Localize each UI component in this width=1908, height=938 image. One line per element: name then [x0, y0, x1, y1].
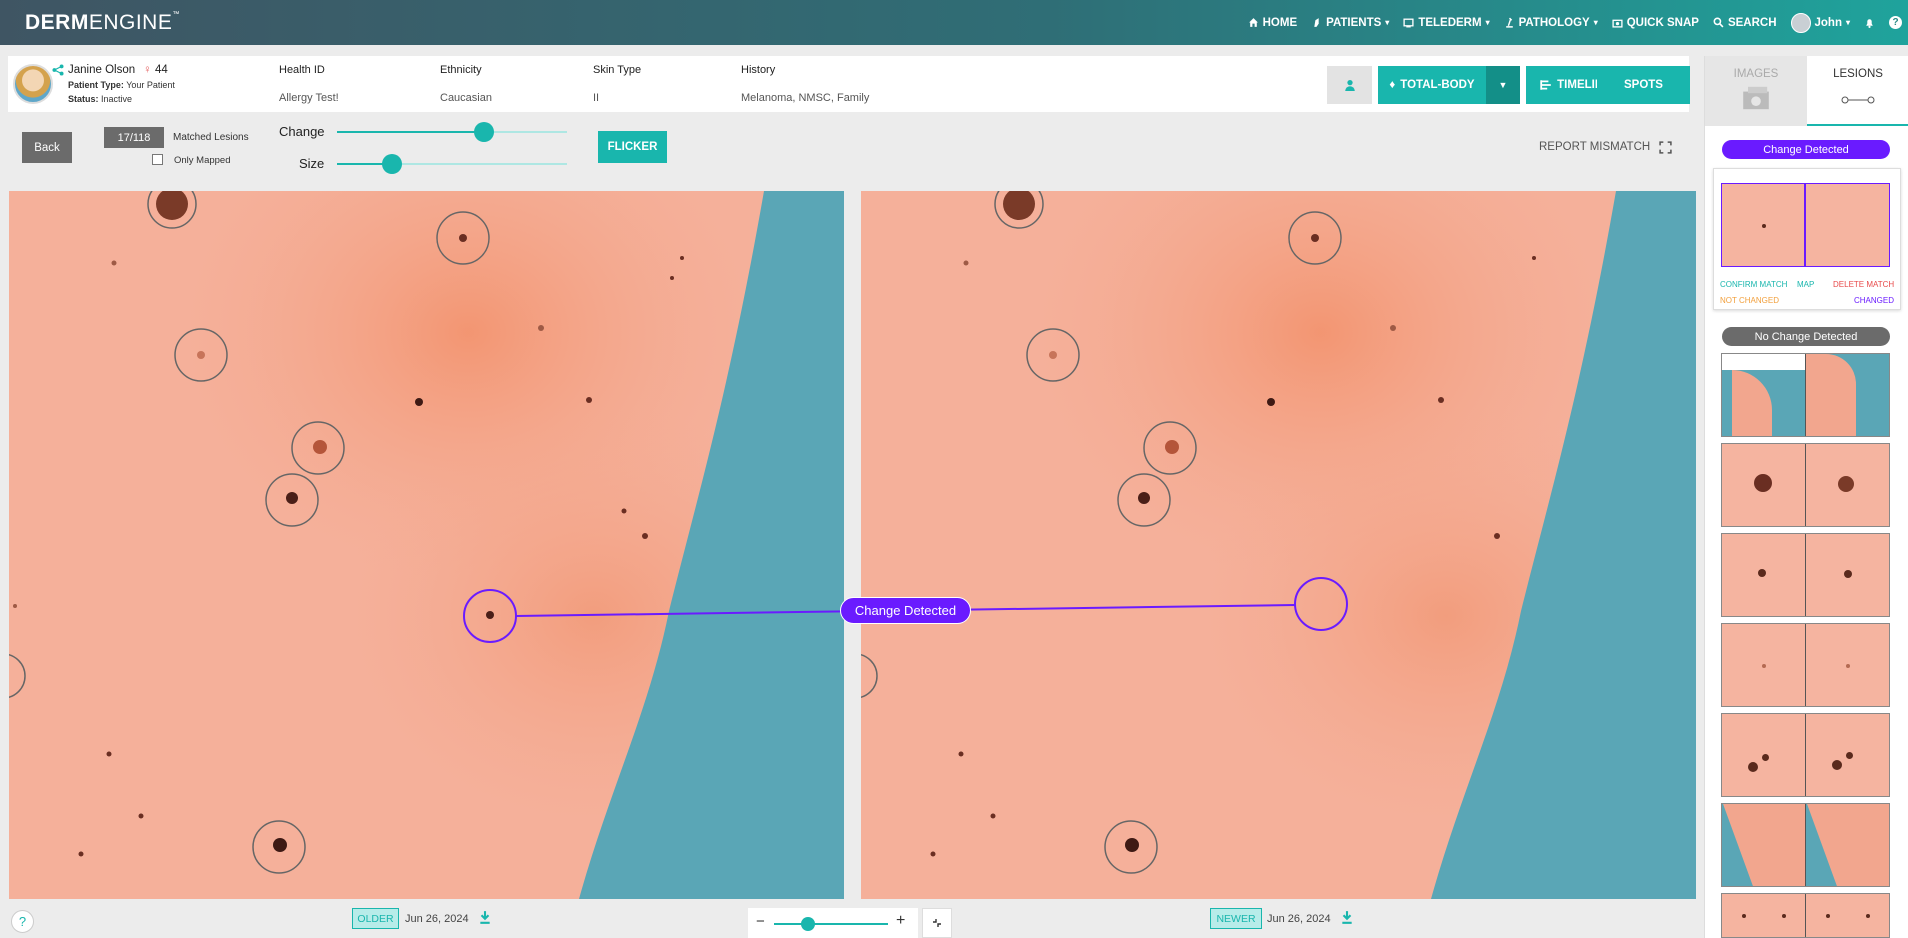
tab-lesions[interactable]: LESIONS	[1807, 56, 1908, 126]
newer-tag: NEWER	[1210, 908, 1262, 929]
lesion-thumbnail[interactable]	[1721, 803, 1890, 887]
collapse-view-button[interactable]	[922, 908, 952, 938]
older-tag: OLDER	[352, 908, 399, 929]
lesion-thumbnail[interactable]	[1721, 623, 1890, 707]
lesion-thumbnail[interactable]	[1721, 353, 1890, 437]
confirm-match-link[interactable]: CONFIRM MATCH	[1720, 280, 1787, 289]
images-icon	[1743, 86, 1769, 110]
lesion-thumbnail[interactable]	[1721, 443, 1890, 527]
change-detected-badge[interactable]: Change Detected	[840, 597, 971, 624]
download-newer-icon[interactable]	[1341, 910, 1353, 924]
lesion-thumbnail[interactable]	[1721, 893, 1890, 938]
changed-link[interactable]: CHANGED	[1854, 296, 1894, 305]
zoom-in-button[interactable]: +	[896, 912, 905, 930]
not-changed-link[interactable]: NOT CHANGED	[1720, 296, 1779, 305]
zoom-out-button[interactable]: −	[756, 913, 765, 930]
map-link[interactable]: MAP	[1797, 280, 1814, 289]
zoom-slider-handle[interactable]	[801, 917, 816, 931]
selected-lesion-thumbnail[interactable]	[1721, 183, 1890, 267]
lesion-thumbnail[interactable]	[1721, 533, 1890, 617]
download-older-icon[interactable]	[479, 910, 491, 924]
change-detected-header: Change Detected	[1722, 140, 1890, 159]
minimize-icon	[933, 919, 941, 927]
older-date: Jun 26, 2024	[405, 913, 469, 925]
help-circle-button[interactable]: ?	[11, 910, 34, 933]
zoom-slider[interactable]	[774, 917, 888, 931]
change-link-line	[515, 604, 1296, 617]
zoom-control: − +	[748, 908, 918, 938]
tab-images[interactable]: IMAGES	[1705, 56, 1807, 126]
lesion-link-icon	[1841, 96, 1875, 104]
lesion-sidebar: IMAGES LESIONS Change Detected CONFIRM M…	[1704, 56, 1908, 938]
lesion-thumbnail[interactable]	[1721, 713, 1890, 797]
newer-date: Jun 26, 2024	[1267, 913, 1331, 925]
delete-match-link[interactable]: DELETE MATCH	[1833, 280, 1894, 289]
no-change-detected-header: No Change Detected	[1722, 327, 1890, 346]
